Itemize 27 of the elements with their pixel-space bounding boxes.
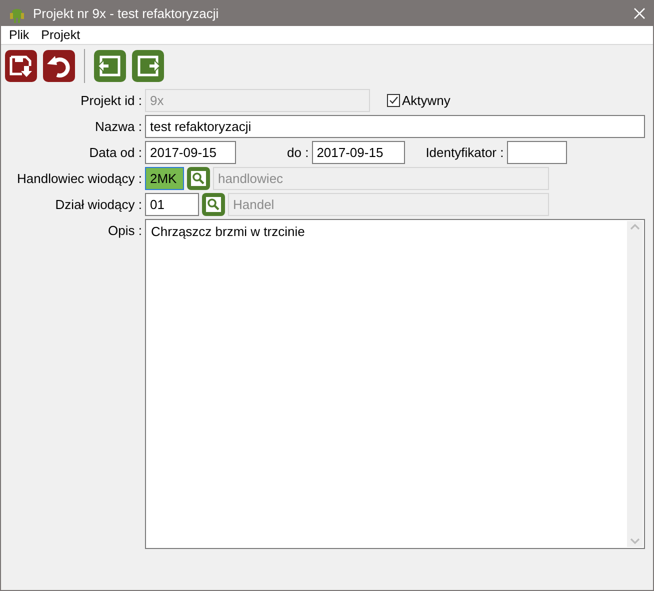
date-field[interactable]: 2017-09-15: [145, 141, 236, 164]
close-icon[interactable]: [634, 8, 645, 20]
next-button[interactable]: [131, 49, 165, 83]
search-button[interactable]: [187, 167, 210, 190]
menu-item[interactable]: Projekt: [35, 28, 86, 42]
field-label: Identyfikator :: [426, 145, 504, 160]
checkbox-label: Aktywny: [402, 93, 450, 108]
undo-button[interactable]: [42, 49, 76, 83]
search-button[interactable]: [202, 193, 225, 216]
code-field[interactable]: 2MK: [145, 167, 184, 190]
field-label: Data od :: [88, 145, 142, 160]
field-label: Opis :: [107, 222, 142, 238]
window-title: Projekt nr 9x - test refaktoryzacji: [33, 6, 220, 22]
save-button[interactable]: [4, 49, 38, 83]
field-label: Projekt id :: [80, 93, 142, 108]
previous-button[interactable]: [93, 49, 127, 83]
field-label: Nazwa :: [94, 119, 142, 134]
code-field[interactable]: 01: [145, 193, 199, 216]
menu-item[interactable]: Plik: [3, 28, 36, 42]
field-label: Handlowiec wiodący :: [16, 171, 142, 186]
field-label: Dział wiodący :: [54, 197, 142, 212]
name-input[interactable]: test refaktoryzacji: [145, 115, 645, 138]
field-label: do :: [287, 145, 309, 160]
identifier-field[interactable]: [506, 141, 567, 164]
description-field[interactable]: Chrząszcz brzmi w trzcinie: [145, 219, 645, 549]
active-checkbox[interactable]: [387, 94, 400, 107]
date-field[interactable]: 2017-09-15: [312, 141, 405, 164]
